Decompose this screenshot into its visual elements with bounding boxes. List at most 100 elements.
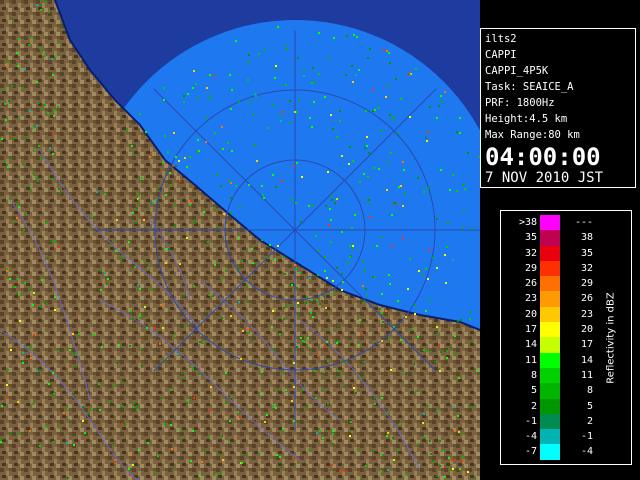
- echo-pixel: [139, 113, 141, 115]
- echo-pixel: [372, 110, 374, 112]
- echo-pixel: [209, 410, 211, 412]
- echo-pixel: [349, 245, 351, 247]
- echo-pixel: [214, 264, 216, 266]
- echo-pixel: [349, 435, 351, 437]
- echo-pixel: [132, 406, 134, 408]
- echo-pixel: [372, 276, 374, 278]
- echo-pixel: [222, 148, 224, 150]
- echo-pixel: [10, 349, 12, 351]
- echo-pixel: [301, 176, 303, 178]
- echo-pixel: [341, 155, 343, 157]
- echo-pixel: [376, 245, 378, 247]
- echo-pixel: [143, 315, 145, 317]
- echo-pixel: [163, 360, 165, 362]
- echo-pixel: [3, 88, 5, 90]
- echo-pixel: [238, 301, 240, 303]
- echo-pixel: [40, 4, 42, 6]
- echo-pixel: [23, 229, 25, 231]
- echo-pixel: [185, 325, 187, 327]
- echo-pixel: [332, 128, 334, 130]
- echo-pixel: [29, 110, 31, 112]
- echo-pixel: [134, 266, 136, 268]
- echo-pixel: [291, 400, 293, 402]
- echo-pixel: [275, 186, 277, 188]
- echo-pixel: [165, 248, 167, 250]
- echo-pixel: [417, 177, 419, 179]
- echo-pixel: [427, 131, 429, 133]
- echo-pixel: [444, 91, 446, 93]
- echo-pixel: [230, 182, 232, 184]
- echo-pixel: [353, 34, 355, 36]
- echo-pixel: [99, 409, 101, 411]
- echo-pixel: [145, 131, 147, 133]
- echo-pixel: [325, 205, 327, 207]
- echo-pixel: [22, 362, 24, 364]
- echo-pixel: [361, 332, 363, 334]
- echo-pixel: [343, 386, 345, 388]
- echo-pixel: [348, 163, 350, 165]
- echo-pixel: [434, 361, 436, 363]
- echo-pixel: [218, 453, 220, 455]
- echo-pixel: [114, 461, 116, 463]
- echo-pixel: [189, 204, 191, 206]
- echo-pixel: [438, 345, 440, 347]
- echo-pixel: [175, 165, 177, 167]
- echo-pixel: [172, 467, 174, 469]
- echo-pixel: [137, 284, 139, 286]
- echo-pixel: [436, 326, 438, 328]
- echo-pixel: [208, 294, 210, 296]
- echo-pixel: [365, 110, 367, 112]
- echo-pixel: [17, 65, 19, 67]
- echo-pixel: [305, 302, 307, 304]
- echo-pixel: [332, 443, 334, 445]
- echo-pixel: [192, 430, 194, 432]
- echo-pixel: [138, 199, 140, 201]
- echo-pixel: [400, 98, 402, 100]
- echo-pixel: [0, 441, 2, 443]
- echo-pixel: [283, 318, 285, 320]
- echo-pixel: [424, 435, 426, 437]
- echo-pixel: [298, 314, 300, 316]
- echo-pixel: [293, 165, 295, 167]
- echo-pixel: [386, 189, 388, 191]
- echo-pixel: [311, 82, 313, 84]
- echo-pixel: [363, 173, 365, 175]
- echo-pixel: [454, 335, 456, 337]
- echo-pixel: [425, 137, 427, 139]
- echo-pixel: [143, 260, 145, 262]
- echo-pixel: [162, 162, 164, 164]
- echo-pixel: [44, 302, 46, 304]
- echo-pixel: [213, 75, 215, 77]
- echo-pixel: [296, 346, 298, 348]
- echo-pixel: [388, 274, 390, 276]
- echo-pixel: [342, 281, 344, 283]
- echo-pixel: [328, 57, 330, 59]
- echo-pixel: [159, 343, 161, 345]
- echo-pixel: [294, 111, 296, 113]
- echo-pixel: [231, 150, 233, 152]
- echo-pixel: [53, 115, 55, 117]
- echo-pixel: [144, 306, 146, 308]
- echo-pixel: [387, 85, 389, 87]
- echo-pixel: [319, 430, 321, 432]
- echo-pixel: [116, 362, 118, 364]
- echo-pixel: [307, 337, 309, 339]
- echo-pixel: [175, 156, 177, 158]
- legend-lower-value: 17: [524, 324, 537, 336]
- legend-panel: >38 --- 35 38 32 35 29 32 26 29 23 26 20 23 17 20 14 17 11…: [500, 210, 632, 465]
- echo-pixel: [118, 344, 120, 346]
- task-label: Task: SEAICE_A: [485, 81, 574, 93]
- echo-pixel: [388, 338, 390, 340]
- echo-pixel: [248, 184, 250, 186]
- echo-pixel: [445, 282, 447, 284]
- legend-lower-value: 35: [524, 232, 537, 244]
- legend-row: 35 38: [505, 230, 605, 246]
- echo-pixel: [121, 405, 123, 407]
- prf-label: PRF: 1800Hz: [485, 97, 555, 109]
- echo-pixel: [463, 211, 465, 213]
- echo-pixel: [368, 152, 370, 154]
- echo-pixel: [198, 373, 200, 375]
- echo-pixel: [459, 132, 461, 134]
- echo-pixel: [421, 273, 423, 275]
- echo-pixel: [40, 9, 42, 11]
